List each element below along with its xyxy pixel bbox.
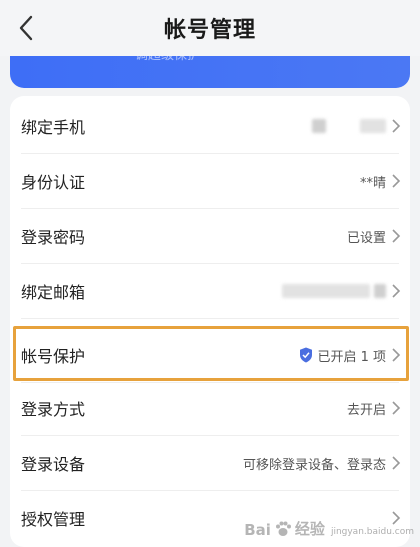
row-identity-verification[interactable]: 身份认证 **晴 bbox=[10, 153, 410, 209]
chevron-right-icon bbox=[390, 284, 402, 298]
chevron-right-icon bbox=[390, 229, 402, 243]
page-title: 帐号管理 bbox=[163, 18, 256, 43]
row-login-devices[interactable]: 登录设备 可移除登录设备、登录态 bbox=[10, 435, 410, 491]
masked-email bbox=[282, 284, 370, 298]
chevron-right-icon bbox=[390, 401, 402, 415]
masked-email-tail bbox=[374, 284, 386, 298]
row-value: **晴 bbox=[359, 175, 386, 191]
masked-phone bbox=[312, 119, 326, 133]
watermark-brand2: 经验 bbox=[294, 520, 325, 538]
watermark-brand: Bai bbox=[244, 521, 271, 539]
chevron-left-icon bbox=[19, 15, 33, 41]
chevron-right-icon bbox=[390, 456, 402, 470]
watermark-sub: jingyan.baidu.com bbox=[330, 527, 414, 537]
back-button[interactable] bbox=[6, 8, 46, 48]
row-label: 绑定邮箱 bbox=[21, 283, 86, 302]
row-login-password[interactable]: 登录密码 已设置 bbox=[10, 208, 410, 264]
row-value: 已开启 1 项 bbox=[317, 349, 386, 365]
row-login-method[interactable]: 登录方式 去开启 bbox=[10, 380, 410, 436]
row-label: 帐号保护 bbox=[21, 347, 86, 366]
masked-phone-tail bbox=[360, 119, 386, 133]
row-label: 登录密码 bbox=[21, 228, 86, 247]
row-label: 绑定手机 bbox=[21, 118, 86, 137]
row-label: 授权管理 bbox=[21, 510, 86, 529]
row-label: 身份认证 bbox=[21, 173, 86, 192]
row-value: 去开启 bbox=[346, 402, 386, 418]
row-account-protection[interactable]: 帐号保护 已开启 1 项 bbox=[10, 327, 410, 383]
baidu-watermark: Bai 经验 jingyan.baidu.com bbox=[244, 518, 414, 539]
row-bind-email[interactable]: 绑定邮箱 bbox=[10, 263, 410, 319]
row-label: 登录方式 bbox=[21, 400, 86, 419]
chevron-right-icon bbox=[390, 348, 402, 362]
row-label: 登录设备 bbox=[21, 455, 86, 474]
row-value: 已设置 bbox=[346, 230, 386, 246]
chevron-right-icon bbox=[390, 174, 402, 188]
shield-check-icon bbox=[299, 347, 313, 363]
settings-list: 绑定手机 身份认证 **晴 登录密码 已设置 绑定邮箱 帐号保护 已开启 1 项… bbox=[10, 96, 410, 547]
header-bar: 帐号管理 bbox=[0, 0, 420, 56]
chevron-right-icon bbox=[390, 119, 402, 133]
row-bind-phone[interactable]: 绑定手机 bbox=[10, 98, 410, 154]
row-value: 可移除登录设备、登录态 bbox=[242, 457, 386, 473]
paw-icon bbox=[273, 519, 293, 539]
